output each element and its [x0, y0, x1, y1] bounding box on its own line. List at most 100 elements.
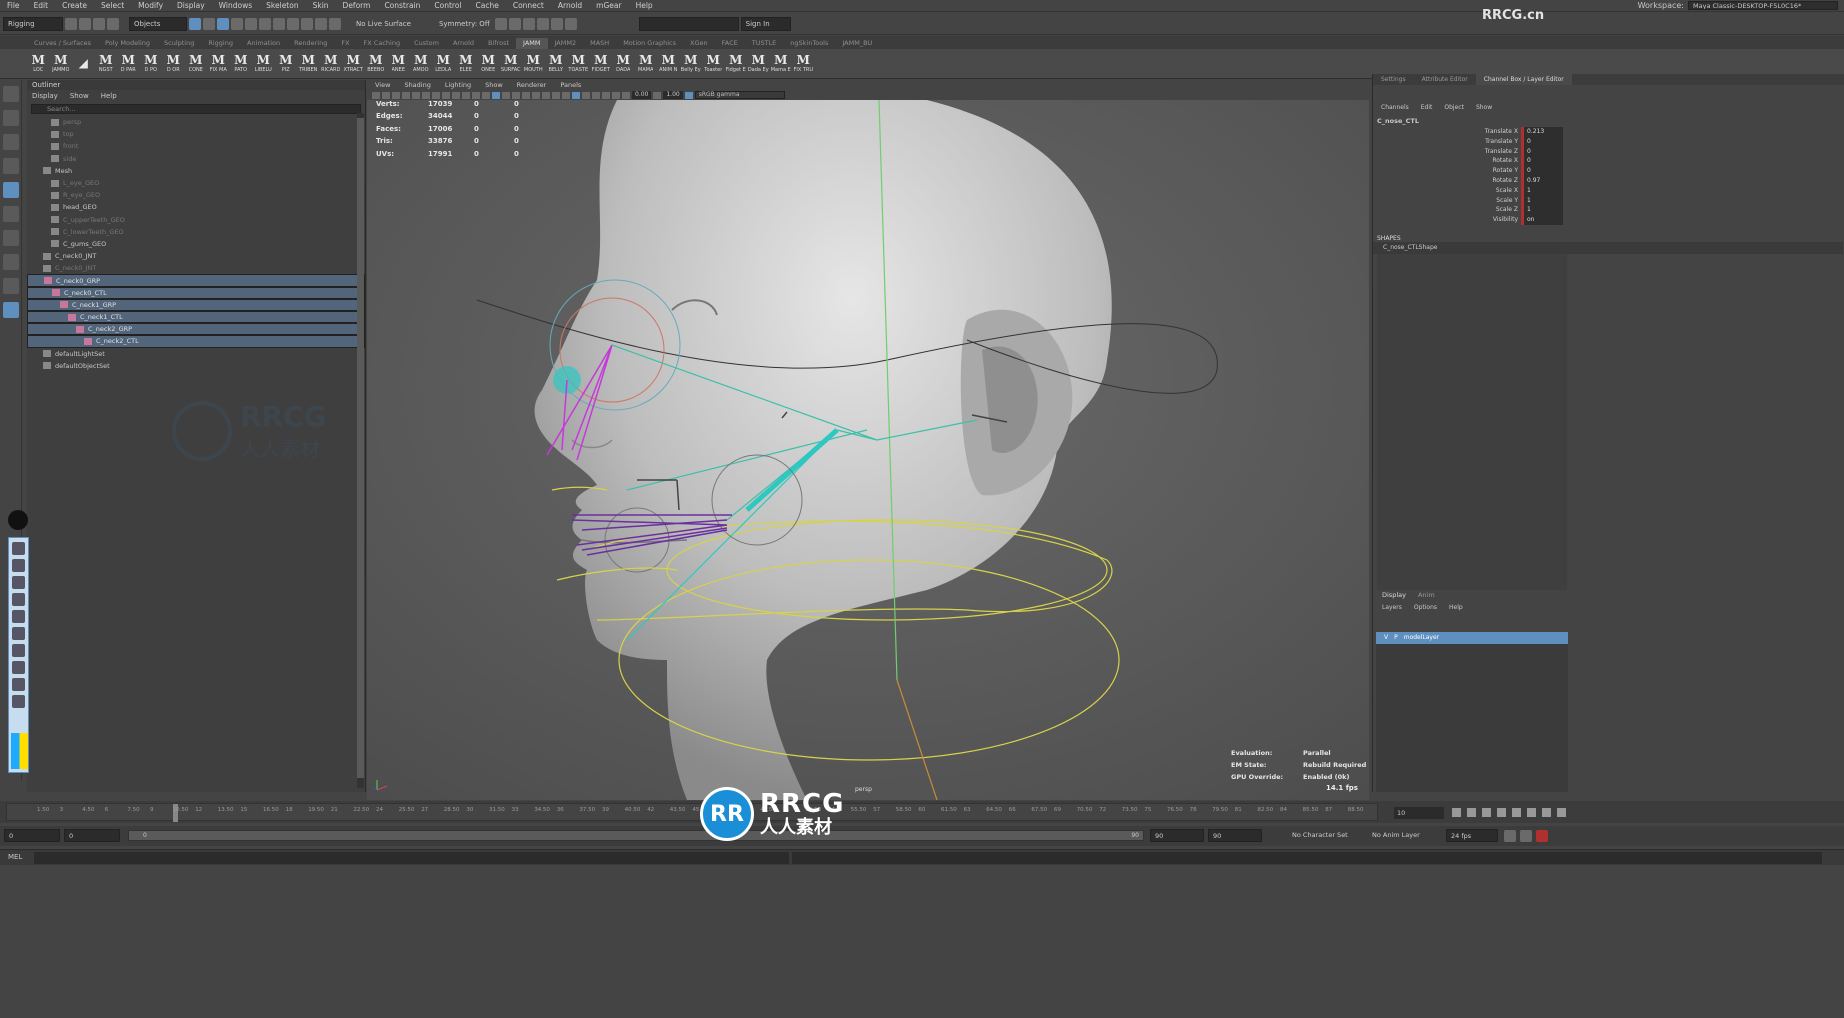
- command-search[interactable]: [638, 16, 739, 31]
- snap-curve-icon[interactable]: [245, 17, 257, 30]
- range-start-field[interactable]: 0: [4, 829, 60, 842]
- tab-attribute-editor[interactable]: Attribute Editor: [1414, 74, 1476, 85]
- shelf-tab-xgen[interactable]: XGen: [683, 38, 715, 49]
- shelf-button-anim-n[interactable]: M ANIM N: [657, 49, 680, 77]
- range-inner-end-field[interactable]: 90: [1150, 829, 1204, 842]
- shelf-button-toaste[interactable]: M TOASTE: [567, 49, 590, 77]
- color-mgmt-select[interactable]: sRGB gamma: [694, 91, 785, 99]
- shelf-button-mama[interactable]: M MAMA: [635, 49, 658, 77]
- xray-joints-icon[interactable]: [602, 91, 610, 99]
- shelf-tab-fx[interactable]: FX: [334, 38, 356, 49]
- current-frame-field[interactable]: 10: [1394, 807, 1444, 819]
- board-icon[interactable]: [12, 661, 25, 674]
- shelf-button-fidget-e[interactable]: M Fidget E: [725, 49, 748, 77]
- xray-icon[interactable]: [592, 91, 600, 99]
- shelf-button-loc[interactable]: M LOC: [27, 49, 50, 77]
- tab-settings[interactable]: Settings: [1373, 74, 1414, 85]
- shelf-button-ngst[interactable]: M NGST: [95, 49, 118, 77]
- outliner-row[interactable]: C_neck0_JNT: [27, 262, 365, 274]
- outliner-row[interactable]: L_eye_GEO: [27, 177, 365, 189]
- shelf-tab-face[interactable]: FACE: [715, 38, 745, 49]
- time-slider[interactable]: 1.50 3 4.50 6 7.50 9 10.50 12 13.50 15 16.50 18 19.5…: [0, 801, 1844, 823]
- attr-row-scale-x[interactable]: Scale X1: [1373, 185, 1844, 196]
- viewport-menu-shading[interactable]: Shading: [404, 80, 430, 90]
- shelf-tab-jamm2[interactable]: JAMM2: [548, 38, 584, 49]
- move-tool-icon[interactable]: [3, 158, 19, 174]
- shelf-tab-rigging[interactable]: Rigging: [201, 38, 240, 49]
- menu-arnold[interactable]: Arnold: [551, 1, 589, 10]
- attr-value-field[interactable]: 1: [1521, 205, 1563, 216]
- object-menu[interactable]: Object: [1444, 101, 1464, 115]
- shelf-button-mama-e[interactable]: M Mama E: [770, 49, 793, 77]
- menu-file[interactable]: File: [0, 1, 27, 10]
- redo-icon[interactable]: [107, 17, 119, 30]
- symmetry-label[interactable]: Symmetry: Off: [436, 20, 493, 28]
- outliner-row[interactable]: C_neck0_JNT: [27, 250, 365, 262]
- shelf-button-d-po[interactable]: MD PO: [140, 49, 163, 77]
- outliner-row[interactable]: C_lowerTeeth_GEO: [27, 226, 365, 238]
- outliner-row[interactable]: head_GEO: [27, 201, 365, 213]
- outliner-row[interactable]: C_neck1_GRP: [27, 298, 365, 311]
- eraser-icon[interactable]: [12, 610, 25, 623]
- select-object-icon[interactable]: [203, 17, 215, 30]
- outliner-row[interactable]: defaultObjectSet: [27, 360, 365, 372]
- render-settings-icon[interactable]: [550, 17, 563, 30]
- shelf-button-belly[interactable]: M BELLY: [545, 49, 568, 77]
- shelf-tab-animation[interactable]: Animation: [240, 38, 287, 49]
- shelf-tab-jamm[interactable]: JAMM: [516, 38, 548, 49]
- outliner-scrollbar[interactable]: [357, 113, 364, 788]
- attr-row-rotate-y[interactable]: Rotate Y0: [1373, 166, 1844, 176]
- shelf-button-dada[interactable]: M DADA: [612, 49, 635, 77]
- last-tool-icon[interactable]: [3, 230, 19, 246]
- character-set-select[interactable]: No Character Set: [1292, 829, 1348, 842]
- menu-display[interactable]: Display: [170, 1, 212, 10]
- channels-menu[interactable]: Channels: [1381, 101, 1409, 115]
- shelf-button-fidget[interactable]: M FIDGET: [590, 49, 613, 77]
- go-start-icon[interactable]: [1452, 808, 1461, 817]
- gamma-field[interactable]: 1.00: [663, 91, 683, 99]
- menu-connect[interactable]: Connect: [506, 1, 551, 10]
- shelf-button-d-or[interactable]: MD OR: [162, 49, 185, 77]
- layer-name[interactable]: modelLayer: [1404, 632, 1439, 644]
- shelf-button-elee[interactable]: M ELEE: [455, 49, 478, 77]
- menu-mgear[interactable]: mGear: [589, 1, 628, 10]
- snap-grid-icon[interactable]: [231, 17, 243, 30]
- layers-menu[interactable]: Layers: [1382, 601, 1402, 614]
- undo-icon[interactable]: [93, 17, 105, 30]
- shelf-button-ledla[interactable]: M LEDLA: [432, 49, 455, 77]
- attr-value-field[interactable]: 0.213: [1521, 127, 1563, 137]
- soft-select-icon[interactable]: [494, 17, 507, 30]
- select-mode-select[interactable]: Objects: [129, 16, 187, 31]
- outliner-row[interactable]: C_neck2_CTL: [27, 335, 365, 348]
- history-icon[interactable]: [301, 17, 313, 30]
- viewport-menu-show[interactable]: Show: [485, 80, 503, 90]
- range-inner-start-field[interactable]: 0: [64, 829, 120, 842]
- attr-value-field[interactable]: 1: [1521, 185, 1563, 196]
- make-live-icon[interactable]: [287, 17, 299, 30]
- attr-value-field[interactable]: on: [1521, 215, 1563, 225]
- edit-menu[interactable]: Edit: [1421, 101, 1433, 115]
- sign-in-button[interactable]: Sign In: [740, 16, 791, 31]
- shelf-button-ricard[interactable]: M RICARD: [320, 49, 343, 77]
- attr-row-scale-z[interactable]: Scale Z1: [1373, 205, 1844, 216]
- viewport-menu-renderer[interactable]: Renderer: [517, 80, 547, 90]
- eye-icon[interactable]: [12, 542, 25, 555]
- trash-icon[interactable]: [12, 644, 25, 657]
- lasso-tool-icon[interactable]: [3, 110, 19, 126]
- shelf-button-mouth[interactable]: M MOUTH: [522, 49, 545, 77]
- tab-display-layers[interactable]: Display: [1376, 590, 1412, 601]
- anim-layer-select[interactable]: No Anim Layer: [1372, 829, 1420, 842]
- line-icon[interactable]: [12, 593, 25, 606]
- step-forward-icon[interactable]: [1527, 808, 1536, 817]
- step-back-key-icon[interactable]: [1467, 808, 1476, 817]
- mode-select[interactable]: Rigging: [3, 16, 63, 31]
- shelf-tab-fx-caching[interactable]: FX Caching: [357, 38, 408, 49]
- menu-help[interactable]: Help: [629, 1, 660, 10]
- outliner-row[interactable]: front: [27, 140, 365, 152]
- fps-select[interactable]: 24 fps: [1446, 829, 1498, 842]
- shelf-tab-ngskintools[interactable]: ngSkinTools: [783, 38, 835, 49]
- ipr-icon[interactable]: [329, 17, 341, 30]
- outliner-menu-help[interactable]: Help: [101, 90, 117, 102]
- shelf-button-piz[interactable]: M PIZ: [275, 49, 298, 77]
- snap-view-icon[interactable]: [273, 17, 285, 30]
